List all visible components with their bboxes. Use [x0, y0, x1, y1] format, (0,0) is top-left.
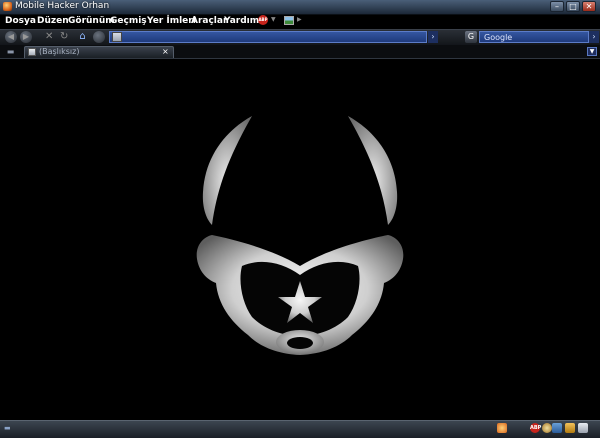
minimize-button[interactable]: –: [550, 1, 564, 12]
search-engine-icon[interactable]: G: [465, 31, 477, 43]
tab-title: (Başlıksız): [39, 47, 80, 56]
sidebar-toggle-icon[interactable]: ▬: [4, 425, 15, 432]
tab-close-button[interactable]: ×: [162, 46, 169, 58]
image-dropdown-icon[interactable]: ▶: [297, 16, 302, 23]
reload-button[interactable]: ↻: [60, 31, 68, 43]
menu-item-file[interactable]: Dosya: [5, 16, 36, 26]
stop-button[interactable]: ✕: [45, 31, 53, 43]
notes-tray-icon[interactable]: [578, 423, 588, 433]
maximize-button[interactable]: □: [566, 1, 580, 12]
back-button[interactable]: ◀: [5, 31, 17, 43]
addon-tray-icon[interactable]: [542, 423, 552, 433]
menu-item-tools[interactable]: Araçlar: [191, 16, 227, 26]
home-button[interactable]: ⌂: [77, 31, 88, 42]
network-tray-icon[interactable]: [552, 423, 562, 433]
adblock-dropdown-icon[interactable]: ▼: [271, 16, 276, 23]
window-title: Mobile Hacker Orhan: [15, 1, 110, 11]
menu-item-history[interactable]: Geçmiş: [110, 16, 147, 26]
search-input[interactable]: [479, 31, 589, 43]
go-button[interactable]: ›: [428, 31, 438, 43]
download-tray-icon[interactable]: [565, 423, 575, 433]
url-bar[interactable]: [109, 31, 427, 43]
image-icon[interactable]: [284, 16, 294, 25]
tab-list-dropdown-icon[interactable]: ▼: [587, 47, 597, 56]
menu-item-view[interactable]: Görünüm: [68, 16, 115, 26]
menu-item-bookmarks[interactable]: Yer İmleri: [147, 16, 196, 26]
adblock-icon[interactable]: ABP: [258, 15, 268, 25]
status-bar: [0, 420, 600, 438]
hacker-face-artwork: [196, 116, 404, 355]
adblock-tray-icon[interactable]: ABP: [530, 423, 541, 433]
bookmark-star-icon[interactable]: [93, 31, 105, 43]
firefox-icon: [3, 2, 12, 11]
menu-item-help[interactable]: Yardım: [224, 16, 259, 26]
menu-item-edit[interactable]: Düzen: [37, 16, 69, 26]
firefox-tray-icon[interactable]: [497, 423, 507, 433]
forward-button[interactable]: ▶: [20, 31, 32, 43]
page-favicon-icon: [112, 32, 122, 42]
tab-favicon-icon: [28, 48, 36, 56]
search-go-button[interactable]: ›: [589, 31, 599, 43]
tab-list-icon[interactable]: ▬: [5, 47, 16, 56]
close-button[interactable]: ✕: [582, 1, 596, 12]
